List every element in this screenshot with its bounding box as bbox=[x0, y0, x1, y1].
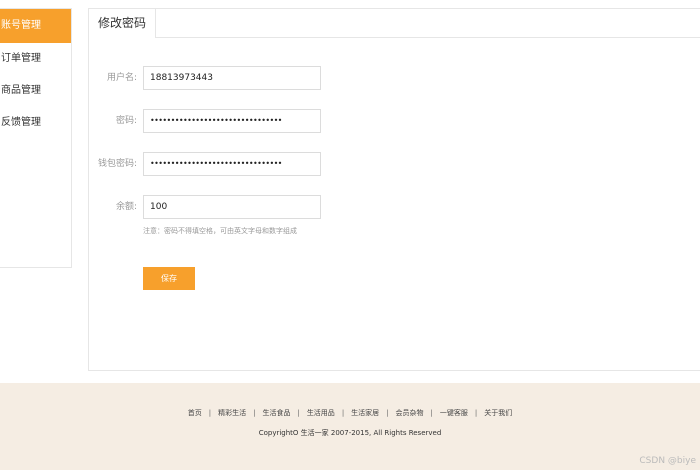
balance-label: 余额: bbox=[115, 202, 137, 212]
footer-separator: | bbox=[430, 409, 433, 417]
password-row: 密码: •••••••••••••••••••••••••••••••• bbox=[89, 109, 389, 133]
footer-link-life[interactable]: 精彩生活 bbox=[218, 409, 246, 417]
sidebar-item-label: 商品管理 bbox=[1, 85, 41, 96]
footer-separator: | bbox=[297, 409, 300, 417]
wallet-password-field[interactable]: •••••••••••••••••••••••••••••••• bbox=[143, 152, 321, 176]
footer-link-food[interactable]: 生活食品 bbox=[262, 409, 290, 417]
password-label: 密码: bbox=[115, 116, 137, 126]
footer-link-service[interactable]: 一键客服 bbox=[440, 409, 468, 417]
main-panel: 修改密码 用户名: 18813973443 密码: ••••••••••••••… bbox=[88, 8, 700, 371]
footer-separator: | bbox=[386, 409, 389, 417]
footer-separator: | bbox=[341, 409, 345, 417]
sidebar-item-products[interactable]: 商品管理 bbox=[0, 75, 71, 107]
footer-separator: | bbox=[208, 409, 212, 417]
watermark: CSDN @biye bbox=[639, 456, 696, 466]
balance-field[interactable]: 100 bbox=[143, 195, 321, 219]
username-row: 用户名: 18813973443 bbox=[89, 66, 389, 90]
save-button[interactable]: 保存 bbox=[143, 267, 195, 290]
footer-separator: | bbox=[474, 409, 478, 417]
footer: 首页 | 精彩生活 | 生活食品 | 生活用品 | 生活家居 | 会员杂物 | 一键客服 | 关于我们 Co… bbox=[0, 383, 700, 470]
sidebar-item-label: 账号管理 bbox=[1, 20, 41, 31]
balance-row: 余额: 100 bbox=[89, 195, 389, 219]
tab-change-password[interactable]: 修改密码 bbox=[88, 8, 157, 38]
sidebar-item-account[interactable]: 账号管理 bbox=[0, 9, 71, 43]
panel-tab-bar: 修改密码 bbox=[88, 8, 700, 38]
footer-link-about[interactable]: 关于我们 bbox=[484, 409, 512, 417]
wallet-password-row: 钱包密码: •••••••••••••••••••••••••••••••• bbox=[89, 152, 389, 176]
footer-links: 首页 | 精彩生活 | 生活食品 | 生活用品 | 生活家居 | 会员杂物 | 一键客服 | 关于我们 bbox=[0, 408, 700, 418]
sidebar-item-orders[interactable]: 订单管理 bbox=[0, 43, 71, 75]
footer-link-home[interactable]: 首页 bbox=[188, 409, 202, 417]
wallet-password-label: 钱包密码: bbox=[97, 159, 137, 169]
footer-link-home-living[interactable]: 生活家居 bbox=[351, 409, 379, 417]
footer-link-supplies[interactable]: 生活用品 bbox=[307, 409, 335, 417]
footer-separator: | bbox=[253, 409, 256, 417]
username-field[interactable]: 18813973443 bbox=[143, 66, 321, 90]
username-label: 用户名: bbox=[106, 73, 137, 83]
sidebar: 账号管理 订单管理 商品管理 反馈管理 bbox=[0, 8, 72, 268]
password-field[interactable]: •••••••••••••••••••••••••••••••• bbox=[143, 109, 321, 133]
password-hint: 注意：密码不得填空格，可由英文字母和数字组成 bbox=[143, 227, 297, 235]
sidebar-item-feedback[interactable]: 反馈管理 bbox=[0, 107, 71, 139]
sidebar-item-label: 订单管理 bbox=[1, 53, 41, 64]
sidebar-item-label: 反馈管理 bbox=[1, 117, 41, 128]
footer-link-member[interactable]: 会员杂物 bbox=[396, 409, 424, 417]
copyright-text: CopyrightO 生活一家 2007-2015, All Rights Re… bbox=[258, 429, 442, 437]
